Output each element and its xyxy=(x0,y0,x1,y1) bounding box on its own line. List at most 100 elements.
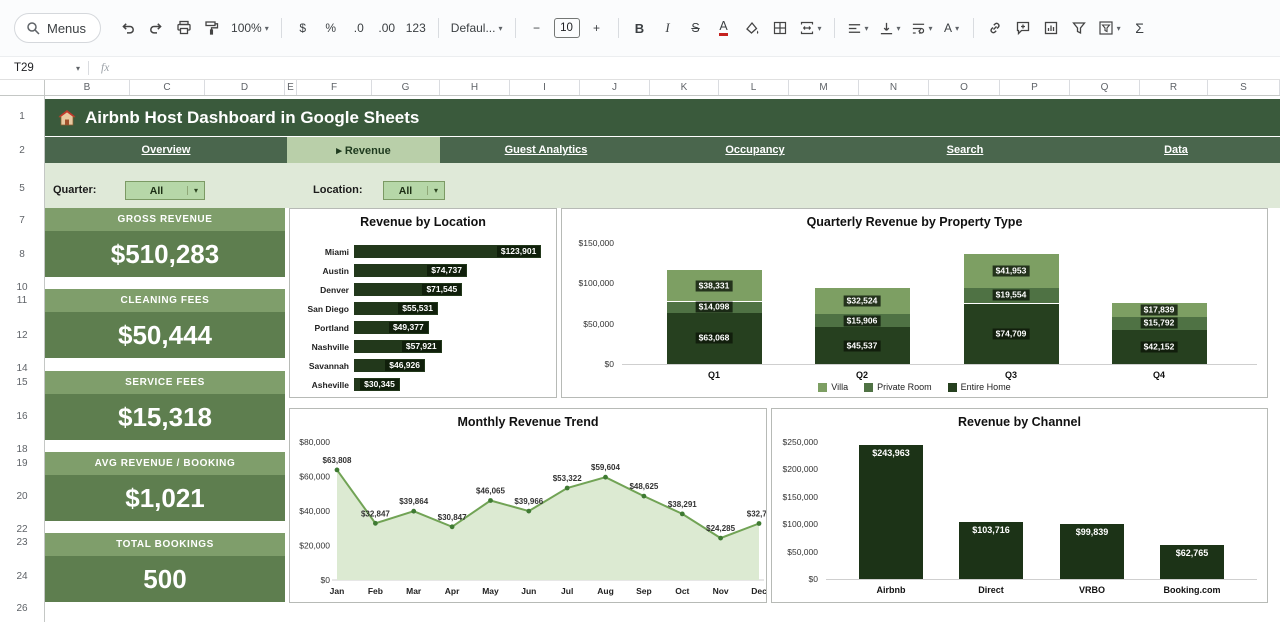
column-header-H[interactable]: H xyxy=(440,80,510,95)
column-header-R[interactable]: R xyxy=(1140,80,1208,95)
currency-format-button[interactable]: $ xyxy=(290,14,316,42)
column-header-N[interactable]: N xyxy=(859,80,929,95)
cell-name-box[interactable]: T29 ▾ xyxy=(0,62,88,74)
paint-format-button[interactable] xyxy=(199,14,225,42)
column-header-Q[interactable]: Q xyxy=(1070,80,1140,95)
borders-button[interactable] xyxy=(767,14,793,42)
filter-views-button[interactable]: ▾ xyxy=(1094,14,1125,42)
row-header-10[interactable]: 10 xyxy=(0,282,44,293)
column-header-I[interactable]: I xyxy=(510,80,580,95)
stack-segment-private-room-q3: $19,554 xyxy=(964,288,1059,304)
bar: $123,901 xyxy=(354,245,541,258)
column-header-D[interactable]: D xyxy=(205,80,285,95)
caret-down-icon: ▾ xyxy=(897,24,901,33)
row-header-12[interactable]: 12 xyxy=(0,330,44,341)
tab-occupancy[interactable]: Occupancy xyxy=(652,137,858,163)
font-family-select[interactable]: Defaul...▾ xyxy=(447,14,507,42)
text-color-button[interactable]: A xyxy=(711,14,737,42)
column-header-G[interactable]: G xyxy=(372,80,440,95)
quarter-dropdown[interactable]: All ▾ xyxy=(125,181,205,200)
column-header-L[interactable]: L xyxy=(719,80,789,95)
dashboard-title: Airbnb Host Dashboard in Google Sheets xyxy=(85,108,419,128)
tab-label: Guest Analytics xyxy=(505,144,588,156)
row-header-24[interactable]: 24 xyxy=(0,571,44,582)
location-dropdown[interactable]: All ▾ xyxy=(383,181,445,200)
row-header-11[interactable]: 11 xyxy=(0,295,44,306)
kpi-value: $15,318 xyxy=(118,402,212,433)
insert-link-button[interactable] xyxy=(982,14,1008,42)
column-header-C[interactable]: C xyxy=(130,80,205,95)
chart-revenue-by-channel[interactable]: Revenue by Channel $0$50,000$100,000$150… xyxy=(771,408,1268,603)
bar-row-miami: Miami$123,901 xyxy=(298,242,548,261)
row-header-5[interactable]: 5 xyxy=(0,183,44,194)
decrease-font-size-button[interactable]: − xyxy=(524,14,550,42)
insert-chart-button[interactable] xyxy=(1038,14,1064,42)
more-formats-button[interactable]: 123 xyxy=(402,14,430,42)
chart-quarterly-revenue-by-property-type[interactable]: Quarterly Revenue by Property Type $0$50… xyxy=(561,208,1268,398)
row-header-15[interactable]: 15 xyxy=(0,377,44,388)
menus-button[interactable]: Menus xyxy=(14,13,101,43)
row-header-2[interactable]: 2 xyxy=(0,145,44,156)
tab-guest-analytics[interactable]: Guest Analytics xyxy=(440,137,652,163)
redo-button[interactable] xyxy=(143,14,169,42)
italic-button[interactable]: I xyxy=(655,14,681,42)
functions-button[interactable]: Σ xyxy=(1127,14,1153,42)
row-header-26[interactable]: 26 xyxy=(0,603,44,614)
caret-down-icon: ▾ xyxy=(955,24,959,33)
column-header-B[interactable]: B xyxy=(45,80,130,95)
column-header-J[interactable]: J xyxy=(580,80,650,95)
stack-segment-entire-home-q3: $74,709 xyxy=(964,304,1059,365)
row-header-8[interactable]: 8 xyxy=(0,249,44,260)
column-header-P[interactable]: P xyxy=(1000,80,1070,95)
column-header-E[interactable]: E xyxy=(285,80,297,95)
tab-overview[interactable]: Overview xyxy=(45,137,287,163)
row-header-7[interactable]: 7 xyxy=(0,215,44,226)
decrease-decimals-button[interactable]: .0 xyxy=(346,14,372,42)
fill-color-button[interactable] xyxy=(739,14,765,42)
x-axis-category-label: Q2 xyxy=(815,370,910,380)
row-header-18[interactable]: 18 xyxy=(0,444,44,455)
column-header-K[interactable]: K xyxy=(650,80,719,95)
zoom-select[interactable]: 100%▾ xyxy=(227,14,273,42)
print-button[interactable] xyxy=(171,14,197,42)
column-header-F[interactable]: F xyxy=(297,80,372,95)
tab-revenue[interactable]: ▸ Revenue xyxy=(287,137,440,163)
chart-title: Revenue by Location xyxy=(290,215,556,229)
strikethrough-button[interactable]: S xyxy=(683,14,709,42)
increase-font-size-button[interactable]: + xyxy=(584,14,610,42)
kpi-label: AVG REVENUE / BOOKING xyxy=(95,458,236,469)
font-size-input[interactable]: 10 xyxy=(554,18,580,38)
row-header-14[interactable]: 14 xyxy=(0,363,44,374)
row-header-22[interactable]: 22 xyxy=(0,524,44,535)
tab-data[interactable]: Data xyxy=(1072,137,1280,163)
bar: $30,345 xyxy=(354,378,400,391)
text-rotation-button[interactable]: A▾ xyxy=(939,14,965,42)
select-all-corner[interactable] xyxy=(0,80,45,95)
row-header-23[interactable]: 23 xyxy=(0,537,44,548)
column-header-S[interactable]: S xyxy=(1208,80,1280,95)
chart-monthly-revenue-trend[interactable]: Monthly Revenue Trend $0$20,000$40,000$6… xyxy=(289,408,767,603)
undo-button[interactable] xyxy=(115,14,141,42)
tab-search[interactable]: Search xyxy=(858,137,1072,163)
horizontal-align-button[interactable]: ▾ xyxy=(843,14,873,42)
row-header-1[interactable]: 1 xyxy=(0,111,44,122)
bar-row-denver: Denver$71,545 xyxy=(298,280,548,299)
vertical-align-button[interactable]: ▾ xyxy=(875,14,905,42)
text-wrap-button[interactable]: ▾ xyxy=(907,14,937,42)
bold-button[interactable]: B xyxy=(627,14,653,42)
chart-revenue-by-location[interactable]: Revenue by Location Miami$123,901Austin$… xyxy=(289,208,557,398)
row-header-19[interactable]: 19 xyxy=(0,458,44,469)
formula-input[interactable] xyxy=(121,57,1280,79)
column-header-M[interactable]: M xyxy=(789,80,859,95)
create-filter-button[interactable] xyxy=(1066,14,1092,42)
row-header-16[interactable]: 16 xyxy=(0,411,44,422)
svg-text:Jul: Jul xyxy=(561,586,573,596)
column-value-label: $62,765 xyxy=(1160,548,1224,558)
column-header-O[interactable]: O xyxy=(929,80,1000,95)
increase-decimals-button[interactable]: .00 xyxy=(374,14,400,42)
y-axis-tick: $200,000 xyxy=(774,464,818,474)
merge-cells-button[interactable]: ▾ xyxy=(795,14,826,42)
percent-format-button[interactable]: % xyxy=(318,14,344,42)
insert-comment-button[interactable] xyxy=(1010,14,1036,42)
row-header-20[interactable]: 20 xyxy=(0,491,44,502)
